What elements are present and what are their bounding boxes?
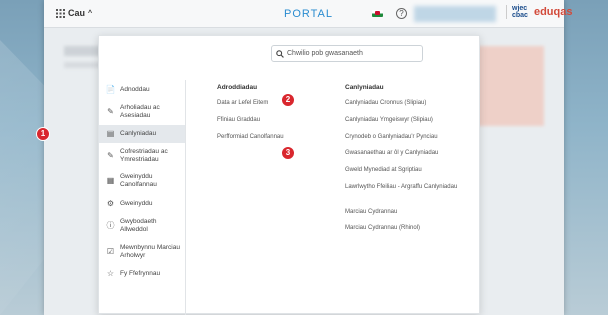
registration-icon: ✎ bbox=[107, 150, 114, 160]
portal-title: PORTAL bbox=[284, 8, 333, 20]
info-icon: ⓘ bbox=[106, 221, 115, 230]
chevron-up-icon: ^ bbox=[88, 9, 93, 17]
search-placeholder: Chwilio pob gwasanaeth bbox=[287, 50, 363, 57]
results-link[interactable]: Marciau Cydrannau bbox=[345, 208, 397, 216]
menu-toggle-label: Cau bbox=[68, 8, 86, 18]
portal-window: Cau ^ PORTAL ? wjec cbac eduqas Chwilio … bbox=[44, 0, 572, 315]
gear-icon: ⚙ bbox=[106, 198, 115, 208]
sidebar-item-adnoddau[interactable]: 📄 Adnoddau bbox=[99, 80, 185, 99]
welsh-flag-icon[interactable] bbox=[372, 10, 383, 17]
sidebar-nav: 📄 Adnoddau ✎ Arholiadau ac Asesiadau ▤ C… bbox=[99, 80, 185, 284]
results-link[interactable]: Canlyniadau Ymgeiswyr (Slipiau) bbox=[345, 116, 433, 124]
grid-icon bbox=[56, 8, 65, 18]
step-badge: 3 bbox=[281, 146, 295, 160]
sidebar-item-label: Gweinyddu Canolfannau bbox=[120, 173, 157, 188]
search-input[interactable]: Chwilio pob gwasanaeth bbox=[271, 45, 423, 62]
reports-link[interactable]: Perfformiad Canolfannau bbox=[217, 133, 284, 141]
sidebar-item-label: Gwybodaeth Allweddol bbox=[120, 218, 157, 233]
results-link[interactable]: Marciau Cydrannau (Rhinol) bbox=[345, 224, 420, 232]
top-bar: Cau ^ PORTAL ? wjec cbac eduqas bbox=[44, 0, 572, 28]
wjec-logo: wjec cbac bbox=[506, 5, 528, 19]
user-account[interactable] bbox=[414, 6, 496, 22]
results-link[interactable]: Crynodeb o Ganlyniadau'r Pynciau bbox=[345, 133, 438, 141]
search-icon bbox=[276, 49, 284, 58]
sidebar-item-gwybodaeth[interactable]: ⓘ Gwybodaeth Allweddol bbox=[99, 213, 185, 239]
results-icon: ▤ bbox=[106, 129, 115, 138]
sidebar-item-label: Arholiadau ac Asesiadau bbox=[120, 104, 160, 119]
sidebar-item-label: Canlyniadau bbox=[120, 130, 157, 137]
results-link[interactable]: Gwasanaethau ar ôl y Canlyniadau bbox=[345, 149, 438, 157]
sidebar-item-mewnbynnu[interactable]: ☑ Mewnbynnu Marciau Arholwyr bbox=[99, 239, 185, 264]
menu-toggle[interactable]: Cau ^ bbox=[56, 8, 92, 18]
results-heading: Canlyniadau bbox=[345, 84, 384, 91]
step-badge: 2 bbox=[281, 93, 295, 107]
sidebar-item-label: Gweinyddu bbox=[120, 199, 153, 207]
step-badge: 1 bbox=[36, 127, 50, 141]
sidebar-item-gweinyddu-canolfannau[interactable]: ▦ Gweinyddu Canolfannau bbox=[99, 168, 185, 194]
sidebar-item-label: Fy Ffefrynnau bbox=[120, 270, 161, 277]
sidebar-item-label: Cofrestriadau ac Ymrestriadau bbox=[120, 147, 168, 163]
star-icon: ☆ bbox=[106, 269, 115, 278]
sidebar-item-label: Mewnbynnu Marciau Arholwyr bbox=[120, 243, 180, 259]
menu-divider bbox=[185, 80, 186, 315]
sidebar-item-ffefrynnau[interactable]: ☆ Fy Ffefrynnau bbox=[99, 264, 185, 284]
document-icon: 📄 bbox=[105, 84, 116, 94]
sidebar-item-arholiadau[interactable]: ✎ Arholiadau ac Asesiadau bbox=[99, 99, 185, 125]
results-link[interactable]: Gweld Mynediad at Sgriptiau bbox=[345, 166, 422, 174]
building-icon: ▦ bbox=[106, 176, 115, 185]
help-icon[interactable]: ? bbox=[396, 8, 407, 19]
sidebar-item-label: Adnoddau bbox=[120, 85, 150, 93]
reports-link[interactable]: Data ar Lefel Eitem bbox=[217, 99, 268, 107]
sidebar-item-canlyniadau[interactable]: ▤ Canlyniadau bbox=[99, 125, 185, 143]
mega-menu: Chwilio pob gwasanaeth 📄 Adnoddau ✎ Arho… bbox=[98, 35, 480, 315]
sidebar-item-gweinyddu[interactable]: ⚙ Gweinyddu bbox=[99, 194, 185, 213]
results-link[interactable]: Canlyniadau Cronnus (Slipiau) bbox=[345, 99, 426, 107]
brand-logos: wjec cbac eduqas bbox=[506, 5, 572, 19]
eduqas-logo: eduqas bbox=[533, 6, 573, 18]
marks-icon: ☑ bbox=[106, 246, 115, 256]
results-link[interactable]: Lawrlwytho Ffeiliau - Argraffu Canlyniad… bbox=[345, 183, 465, 191]
pen-icon: ✎ bbox=[107, 107, 114, 116]
sidebar-item-cofrestriadau[interactable]: ✎ Cofrestriadau ac Ymrestriadau bbox=[99, 143, 185, 168]
reports-link[interactable]: Ffiniau Graddau bbox=[217, 116, 260, 124]
reports-heading: Adroddiadau bbox=[217, 84, 258, 91]
